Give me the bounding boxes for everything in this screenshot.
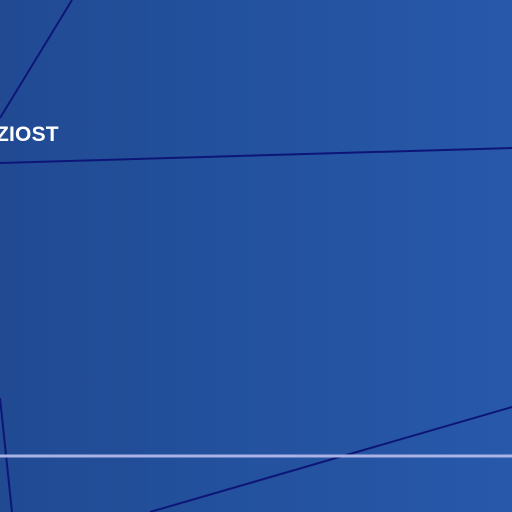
near-horizontal-line — [0, 147, 512, 164]
banner-canvas: ZIOST — [0, 0, 512, 512]
heading-text: ZIOST — [0, 123, 59, 146]
diagonal-line-bottom-right — [149, 406, 512, 512]
decorative-lines — [0, 0, 512, 512]
diagonal-line-top-left — [0, 0, 73, 119]
